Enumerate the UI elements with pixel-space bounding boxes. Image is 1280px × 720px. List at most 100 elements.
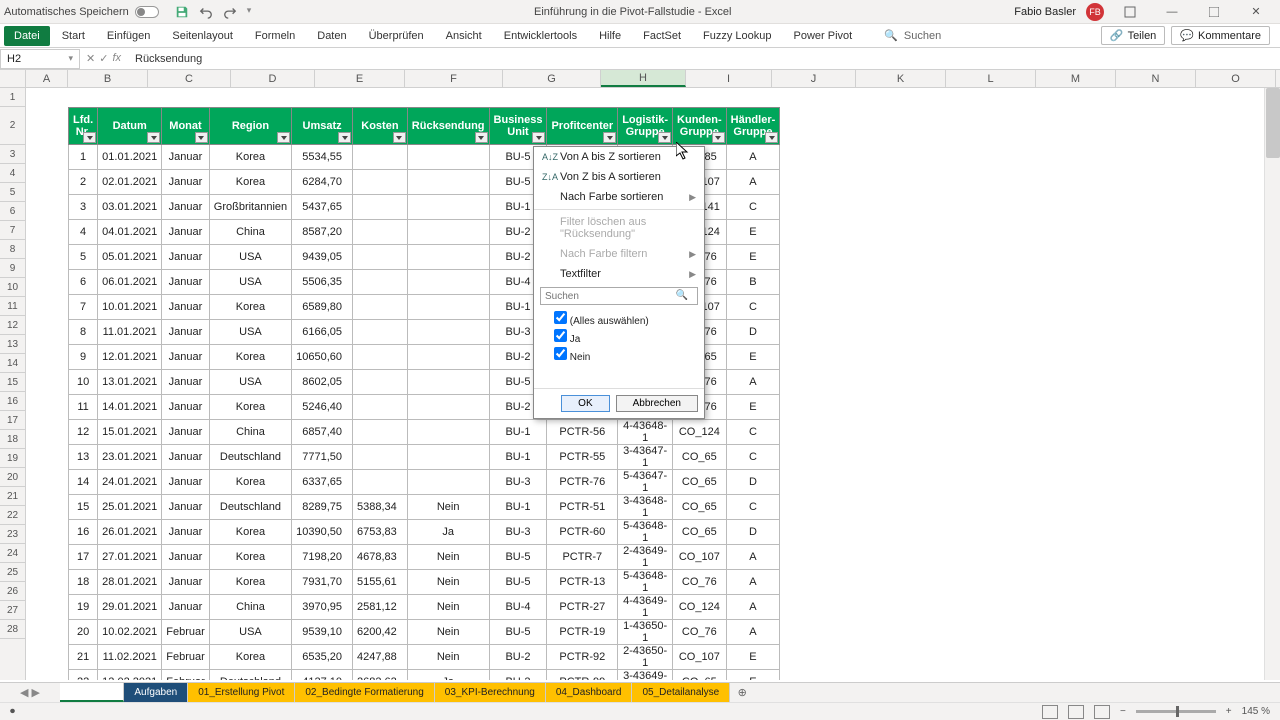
cell[interactable]: 5-43648-1 [618,570,673,595]
cell[interactable]: 6535,20 [292,645,353,670]
row-header-16[interactable]: 16 [0,392,25,411]
cell[interactable]: 11 [69,395,98,420]
minimize-icon[interactable]: — [1156,1,1188,23]
cell[interactable]: 5534,55 [292,145,353,170]
cell[interactable]: USA [209,245,291,270]
sort-color-item[interactable]: Nach Farbe sortieren▶ [534,187,704,207]
row-header-25[interactable]: 25 [0,563,25,582]
cell[interactable]: D [726,470,780,495]
row-header-10[interactable]: 10 [0,278,25,297]
cell[interactable]: 20 [69,620,98,645]
col-header-C[interactable]: C [148,70,231,87]
cell[interactable]: E [726,245,780,270]
filter-button-icon[interactable] [277,132,290,143]
cell[interactable] [407,145,489,170]
cell[interactable]: 9539,10 [292,620,353,645]
cell[interactable]: 22 [69,670,98,681]
filter-button-icon[interactable] [475,132,488,143]
cell[interactable]: 5-43647-1 [618,470,673,495]
cell[interactable]: 12 [69,420,98,445]
undo-icon[interactable] [199,5,213,19]
row-header-24[interactable]: 24 [0,544,25,563]
cell[interactable]: USA [209,270,291,295]
cell[interactable]: A [726,145,780,170]
cell[interactable]: 2-43650-1 [618,645,673,670]
cell[interactable]: 10.01.2021 [98,295,162,320]
row-header-18[interactable]: 18 [0,430,25,449]
table-header-6[interactable]: Rücksendung [407,108,489,145]
cell[interactable]: 4 [69,220,98,245]
cell[interactable]: Januar [162,395,210,420]
cell[interactable]: USA [209,620,291,645]
cell[interactable] [353,295,408,320]
cell[interactable]: CO_107 [673,545,727,570]
cell[interactable]: BU-1 [489,495,547,520]
cell[interactable]: C [726,495,780,520]
sheet-tab-1[interactable]: Aufgaben [124,683,188,702]
tab-seitenlayout[interactable]: Seitenlayout [162,26,243,46]
cell[interactable]: USA [209,370,291,395]
page-break-view-icon[interactable] [1094,705,1110,719]
filter-button-icon[interactable] [532,132,545,143]
cell[interactable]: 9439,05 [292,245,353,270]
cell[interactable]: China [209,595,291,620]
cell[interactable]: Ja [407,670,489,681]
cell[interactable] [353,445,408,470]
row-header-23[interactable]: 23 [0,525,25,544]
row-header-17[interactable]: 17 [0,411,25,430]
table-header-8[interactable]: Profitcenter [547,108,618,145]
sheet-tab-5[interactable]: 04_Dashboard [546,683,633,702]
row-header-26[interactable]: 26 [0,582,25,601]
cell[interactable]: Januar [162,195,210,220]
row-header-6[interactable]: 6 [0,202,25,221]
cancel-formula-icon[interactable]: ✕ [86,52,95,65]
cell[interactable]: 6857,40 [292,420,353,445]
table-header-10[interactable]: Kunden-Gruppe [673,108,727,145]
sheet-tab-0[interactable]: Rohdaten [60,683,124,702]
cell[interactable]: 05.01.2021 [98,245,162,270]
cell[interactable]: 21 [69,645,98,670]
table-header-9[interactable]: Logistik-Gruppe [618,108,673,145]
filter-button-icon[interactable] [83,132,96,143]
avatar[interactable]: FB [1086,3,1104,21]
cell[interactable]: Januar [162,595,210,620]
cell[interactable]: 5506,35 [292,270,353,295]
cell[interactable] [407,270,489,295]
cell[interactable]: Januar [162,495,210,520]
cell[interactable]: C [726,420,780,445]
cell[interactable]: BU-3 [489,470,547,495]
cell[interactable]: A [726,570,780,595]
col-header-H[interactable]: H [601,70,686,87]
row-header-13[interactable]: 13 [0,335,25,354]
tab-hilfe[interactable]: Hilfe [589,26,631,46]
redo-icon[interactable] [223,5,237,19]
cell[interactable]: 13.01.2021 [98,370,162,395]
tab-ueberpruefen[interactable]: Überprüfen [359,26,434,46]
cell[interactable]: 7771,50 [292,445,353,470]
col-header-I[interactable]: I [686,70,772,87]
cell[interactable]: A [726,620,780,645]
cell[interactable]: 25.01.2021 [98,495,162,520]
cell[interactable] [407,195,489,220]
cell[interactable]: E [726,345,780,370]
maximize-icon[interactable] [1198,1,1230,23]
filter-checkbox-ja[interactable]: Ja [554,328,696,346]
table-header-1[interactable]: Datum [98,108,162,145]
cell[interactable]: Nein [407,570,489,595]
cell[interactable]: 10650,60 [292,345,353,370]
cell[interactable]: BU-4 [489,595,547,620]
cell[interactable] [353,220,408,245]
horizontal-scrollbar[interactable] [754,683,1280,702]
row-header-9[interactable]: 9 [0,259,25,278]
row-header-27[interactable]: 27 [0,601,25,620]
vertical-scrollbar[interactable] [1264,88,1280,680]
cell[interactable]: Nein [407,620,489,645]
cell[interactable]: Korea [209,545,291,570]
cell[interactable]: 15.01.2021 [98,420,162,445]
cell[interactable]: PCTR-99 [547,670,618,681]
record-macro-icon[interactable]: ⏺ [10,706,15,717]
row-header-2[interactable]: 2 [0,107,25,145]
cell[interactable]: Januar [162,545,210,570]
autosave-switch-icon[interactable] [135,6,159,18]
cell[interactable]: Januar [162,445,210,470]
